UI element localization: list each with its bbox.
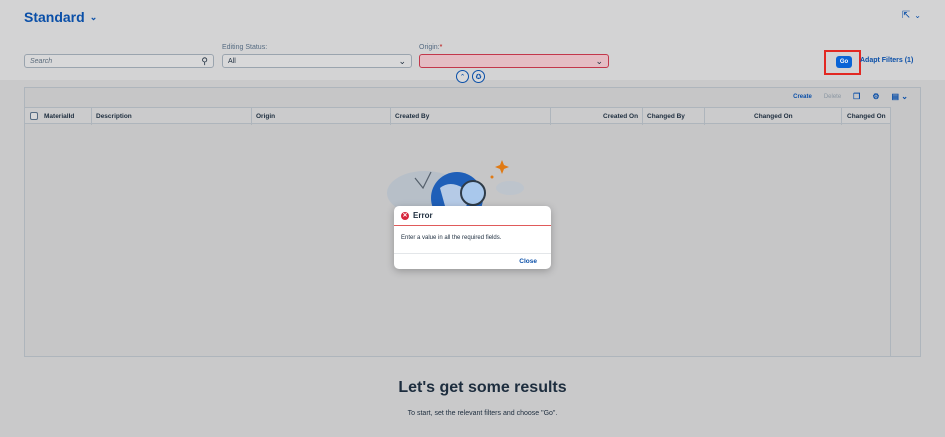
- origin-label-text: Origin:: [419, 44, 440, 51]
- dialog-message: Enter a value in all the required fields…: [401, 235, 502, 241]
- share-button[interactable]: ⇱ ⌄: [902, 10, 921, 21]
- dialog-title: Error: [413, 211, 433, 220]
- select-all-checkbox[interactable]: [30, 112, 38, 120]
- column-materialid[interactable]: MaterialId: [44, 113, 74, 120]
- editing-status-value: All: [228, 57, 236, 65]
- column-changed-by[interactable]: Changed By: [647, 113, 685, 120]
- error-icon: ✕: [401, 211, 409, 220]
- chevron-down-icon[interactable]: ⌄: [595, 56, 603, 67]
- editing-status-select[interactable]: All ⌄: [222, 54, 412, 68]
- error-dialog: ✕ Error Enter a value in all the require…: [394, 206, 551, 269]
- go-button[interactable]: Go: [836, 56, 852, 68]
- column-divider: [841, 108, 842, 125]
- chevron-down-icon[interactable]: ⌄: [914, 11, 921, 20]
- chevron-up-icon: ⌃: [459, 73, 466, 81]
- column-divider: [550, 108, 551, 125]
- variant-selector[interactable]: Standard ⌄: [24, 9, 97, 25]
- magnifier-icon: [460, 180, 486, 206]
- create-button[interactable]: Create: [793, 94, 812, 100]
- collapse-header-button[interactable]: ⌃: [456, 70, 469, 83]
- column-changed-on[interactable]: Changed On: [754, 113, 793, 120]
- dialog-header: ✕ Error: [394, 206, 551, 226]
- column-created-by[interactable]: Created By: [395, 113, 429, 120]
- settings-icon[interactable]: ⚙: [872, 92, 879, 101]
- header-toggle-group: ⌃ ✪: [456, 70, 485, 83]
- close-button[interactable]: Close: [519, 258, 537, 265]
- column-origin[interactable]: Origin: [256, 113, 275, 120]
- column-divider: [251, 108, 252, 125]
- share-icon[interactable]: ⇱: [902, 10, 910, 21]
- editing-status-label: Editing Status:: [222, 44, 268, 51]
- search-placeholder: Search: [30, 57, 53, 65]
- origin-select[interactable]: ⌄: [419, 54, 609, 68]
- required-mark: *: [439, 44, 443, 51]
- sparkle-dot: [490, 175, 494, 179]
- search-input[interactable]: Search ⚲: [24, 54, 214, 68]
- table-header: MaterialId Description Origin Created By…: [25, 107, 890, 125]
- column-divider: [642, 108, 643, 125]
- column-changed-on-2[interactable]: Changed On: [847, 113, 886, 120]
- filter-bar: Standard ⌄ ⇱ ⌄ Search ⚲ Editing Status: …: [0, 0, 945, 83]
- column-created-on[interactable]: Created On: [603, 113, 638, 120]
- sparkle-icon: [495, 160, 509, 174]
- export-icon[interactable]: ▤ ⌄: [892, 92, 908, 101]
- table-toolbar: Create Delete ❐ ⚙ ▤ ⌄: [793, 92, 908, 101]
- empty-state-subtitle: To start, set the relevant filters and c…: [407, 410, 558, 417]
- empty-state-title: Let's get some results: [398, 379, 567, 396]
- column-divider: [91, 108, 92, 125]
- cloud-shape: [496, 181, 524, 195]
- chevron-down-icon[interactable]: ⌄: [398, 56, 406, 67]
- origin-label: Origin:*: [419, 44, 442, 51]
- adapt-filters-button[interactable]: Adapt Filters (1): [860, 57, 913, 64]
- variant-title[interactable]: Standard: [24, 9, 85, 25]
- chevron-down-icon[interactable]: ⌄: [90, 12, 98, 23]
- copy-icon[interactable]: ❐: [853, 92, 860, 101]
- column-divider: [390, 108, 391, 125]
- search-icon[interactable]: ⚲: [201, 56, 208, 67]
- pin-icon: ✪: [475, 73, 482, 81]
- dialog-footer: Close: [394, 253, 551, 269]
- column-description[interactable]: Description: [96, 113, 132, 120]
- delete-button[interactable]: Delete: [824, 94, 841, 100]
- column-divider: [704, 108, 705, 125]
- pin-header-button[interactable]: ✪: [472, 70, 485, 83]
- column-divider: [890, 107, 891, 357]
